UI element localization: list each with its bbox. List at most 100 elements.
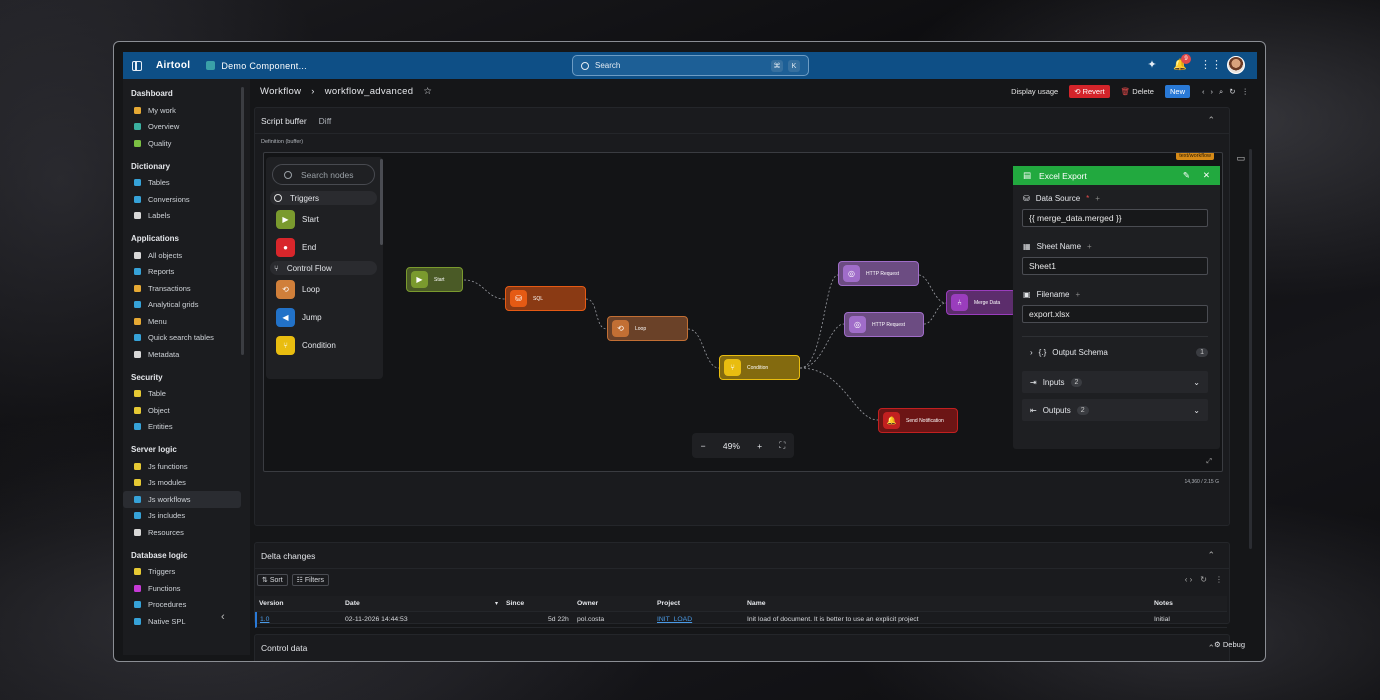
inputs-row[interactable]: ⇥ Inputs 2 ⌄ [1022, 371, 1208, 393]
add-icon[interactable]: + [1087, 242, 1092, 251]
add-icon[interactable]: + [1095, 194, 1100, 203]
sidebar-item[interactable]: Js includes [123, 508, 241, 525]
section-control-flow[interactable]: ⑂ Control Flow [270, 261, 377, 275]
workflow-node[interactable]: ⑂ Condition [719, 355, 800, 380]
col-version[interactable]: Version [259, 600, 284, 607]
col-project[interactable]: Project [657, 600, 680, 607]
sidebar-item[interactable]: Menu [123, 313, 241, 330]
collapse-chevron-icon[interactable]: ⌃ [1207, 115, 1215, 126]
palette-scrollbar[interactable] [380, 159, 383, 245]
delete-button[interactable]: 🗑 Delete [1116, 85, 1159, 98]
sidebar-item[interactable]: My work [123, 102, 241, 119]
favorite-star-icon[interactable]: ☆ [423, 86, 432, 97]
sidebar-item[interactable]: Resources [123, 524, 241, 541]
filename-input[interactable]: export.xlsx [1022, 305, 1208, 323]
sidebar-item[interactable]: Analytical grids [123, 297, 241, 314]
sidebar-item[interactable]: Table [123, 386, 241, 403]
refresh-icon[interactable]: ↻ [1200, 575, 1207, 584]
sidebar-item-label: Resources [148, 527, 184, 537]
workflow-node[interactable]: 🔔 Send Notification [878, 408, 958, 433]
data-source-input[interactable]: {{ merge_data.merged }} [1022, 209, 1208, 227]
collapse-sidebar-icon[interactable]: ‹ [221, 611, 225, 623]
workflow-canvas[interactable]: text/workflow ▶ Start ⛁ SQL ⟲ Loop ⑂ Condition ◎… [263, 152, 1223, 472]
workflow-node[interactable]: ▶ Start [406, 267, 463, 292]
col-since[interactable]: Since [506, 600, 524, 607]
sidebar-item[interactable]: Labels [123, 208, 241, 225]
sidebar-item[interactable]: Object [123, 402, 241, 419]
edit-icon[interactable]: ✎ [1183, 170, 1190, 181]
sidebar-item[interactable]: Entities [123, 419, 241, 436]
close-icon[interactable]: ✕ [1203, 170, 1210, 181]
ai-sparkle-icon[interactable]: ✦ [1146, 59, 1158, 71]
sidebar-item[interactable]: Js workflows [123, 491, 241, 508]
output-schema-row[interactable]: › {.} Output Schema 1 [1022, 341, 1208, 363]
palette-node[interactable]: ▶ Start [266, 205, 383, 233]
workflow-node[interactable]: ◎ HTTP Request [838, 261, 919, 286]
more-icon[interactable]: ⋮ [1215, 575, 1223, 584]
next-icon[interactable]: › [1211, 87, 1214, 96]
sidebar-item[interactable]: Triggers [123, 564, 241, 581]
col-date[interactable]: Date [345, 600, 360, 607]
revert-button[interactable]: ⟲ Revert [1069, 85, 1110, 98]
sheet-name-input[interactable]: Sheet1 [1022, 257, 1208, 275]
crumb-workflow[interactable]: Workflow [260, 86, 301, 97]
section-triggers[interactable]: Triggers [270, 191, 377, 205]
more-icon[interactable]: ⋮ [1242, 87, 1250, 96]
new-button[interactable]: New [1164, 85, 1190, 98]
user-avatar[interactable] [1227, 56, 1245, 74]
sort-button[interactable]: ⇅ Sort [257, 574, 288, 586]
main-scrollbar[interactable] [1249, 149, 1252, 549]
zoom-search-icon[interactable]: ⌕ [1219, 87, 1223, 97]
workflow-node[interactable]: ⟲ Loop [607, 316, 688, 341]
sort-desc-icon[interactable]: ▾ [495, 600, 498, 607]
sidebar-item[interactable]: All objects [123, 247, 241, 264]
sidebar-scrollbar[interactable] [241, 87, 244, 355]
cell-version[interactable]: 1.0 [260, 616, 269, 623]
col-owner[interactable]: Owner [577, 600, 598, 607]
sidebar-item[interactable]: Metadata [123, 346, 241, 363]
col-name[interactable]: Name [747, 600, 766, 607]
zoom-in-button[interactable]: + [757, 441, 762, 451]
palette-node[interactable]: ● End [266, 233, 383, 261]
search-nodes-input[interactable]: Search nodes [272, 164, 375, 185]
prev-icon[interactable]: ‹ [1202, 87, 1205, 96]
prev-page-icon[interactable]: ‹ › [1185, 575, 1193, 584]
sidebar-item[interactable]: Functions [123, 580, 241, 597]
sidebar-item[interactable]: Js functions [123, 458, 241, 475]
filters-button[interactable]: ☷ Filters [291, 574, 329, 586]
sidebar-toggle-icon[interactable] [132, 60, 142, 71]
collapse-chevron-icon[interactable]: ⌃ [1207, 550, 1215, 561]
palette-node[interactable]: ⟲ Loop [266, 275, 383, 303]
apps-grid-icon[interactable]: ⋮⋮ [1200, 59, 1222, 71]
sidebar-item[interactable]: Transactions [123, 280, 241, 297]
outputs-row[interactable]: ⇤ Outputs 2 ⌄ [1022, 399, 1208, 421]
sidebar-item[interactable]: Quick search tables [123, 330, 241, 347]
sidebar-item[interactable]: Overview [123, 119, 241, 136]
add-icon[interactable]: + [1075, 290, 1080, 299]
sidebar-item[interactable]: Conversions [123, 191, 241, 208]
palette-node[interactable]: ⑂ Condition [266, 331, 383, 359]
sidebar-item[interactable]: Tables [123, 175, 241, 192]
palette-node[interactable]: ◀ Jump [266, 303, 383, 331]
workflow-node[interactable]: ⑃ Merge Data [946, 290, 1016, 315]
col-notes[interactable]: Notes [1154, 600, 1173, 607]
project-selector[interactable]: Demo Component... [206, 61, 307, 71]
display-usage-button[interactable]: Display usage [1006, 85, 1063, 98]
sidebar-item[interactable]: Quality [123, 135, 241, 152]
comment-icon[interactable]: ▭ [1236, 153, 1245, 164]
sidebar-item[interactable]: Js modules [123, 475, 241, 492]
fit-view-icon[interactable]: ⛶ [779, 440, 785, 451]
global-search[interactable]: Search ⌘ K [572, 55, 809, 76]
debug-button[interactable]: ⚙ Debug [1214, 640, 1245, 649]
fullscreen-icon[interactable]: ⤢ [1206, 458, 1212, 466]
table-row[interactable]: 1.0 02-11-2026 14:44:53 5d 22h pol.costa… [255, 612, 1227, 628]
tab-diff[interactable]: Diff [319, 116, 332, 126]
tab-script-buffer[interactable]: Script buffer [261, 116, 307, 126]
workflow-node[interactable]: ◎ HTTP Request [844, 312, 924, 337]
notifications-bell-icon[interactable]: 🔔 9 [1173, 54, 1191, 71]
refresh-icon[interactable]: ↻ [1229, 87, 1235, 96]
sidebar-item[interactable]: Reports [123, 264, 241, 281]
workflow-node[interactable]: ⛁ SQL [505, 286, 586, 311]
zoom-out-button[interactable]: − [701, 441, 706, 451]
cell-project[interactable]: INIT_LOAD [657, 616, 692, 623]
